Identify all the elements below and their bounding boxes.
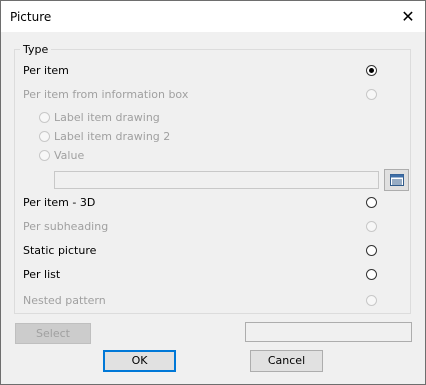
suboption-label-item-drawing-2-radio[interactable] bbox=[39, 131, 50, 142]
type-group-label: Type bbox=[20, 43, 52, 56]
selection-display-field[interactable] bbox=[245, 322, 412, 342]
select-button[interactable]: Select bbox=[15, 323, 91, 344]
dialog-window: Picture ✕ Type Per item Per item from in… bbox=[0, 0, 426, 385]
ok-button[interactable]: OK bbox=[103, 350, 176, 372]
option-static-picture-radio[interactable] bbox=[366, 245, 377, 256]
suboption-label-item-drawing-2[interactable]: Label item drawing 2 bbox=[39, 129, 170, 145]
dialog-title: Picture bbox=[10, 10, 52, 24]
option-per-item-info-box-label: Per item from information box bbox=[23, 88, 189, 101]
suboption-value[interactable]: Value bbox=[39, 148, 84, 164]
suboption-label-item-drawing-radio[interactable] bbox=[39, 112, 50, 123]
option-per-item-3d-label: Per item - 3D bbox=[23, 196, 96, 209]
option-per-list-radio[interactable] bbox=[366, 269, 377, 280]
option-per-item-radio[interactable] bbox=[366, 65, 377, 76]
option-per-item-info-box-radio[interactable] bbox=[366, 89, 377, 100]
suboption-label-item-drawing-label: Label item drawing bbox=[54, 111, 160, 124]
option-per-list-label: Per list bbox=[23, 268, 61, 281]
option-nested-pattern-radio[interactable] bbox=[366, 295, 377, 306]
option-per-subheading-label: Per subheading bbox=[23, 220, 109, 233]
suboption-value-radio[interactable] bbox=[39, 150, 50, 161]
suboption-label-item-drawing-2-label: Label item drawing 2 bbox=[54, 130, 171, 143]
suboption-label-item-drawing[interactable]: Label item drawing bbox=[39, 110, 160, 126]
title-bar: Picture ✕ bbox=[1, 1, 425, 32]
list-browse-icon[interactable] bbox=[384, 169, 409, 191]
option-per-subheading-radio[interactable] bbox=[366, 221, 377, 232]
close-icon[interactable]: ✕ bbox=[391, 1, 425, 32]
option-nested-pattern-label: Nested pattern bbox=[23, 294, 106, 307]
option-per-item-3d-radio[interactable] bbox=[366, 197, 377, 208]
option-per-item-label: Per item bbox=[23, 64, 69, 77]
option-static-picture-label: Static picture bbox=[23, 244, 97, 257]
cancel-button[interactable]: Cancel bbox=[250, 350, 323, 372]
suboption-value-label: Value bbox=[54, 149, 85, 162]
value-input[interactable] bbox=[54, 171, 379, 189]
